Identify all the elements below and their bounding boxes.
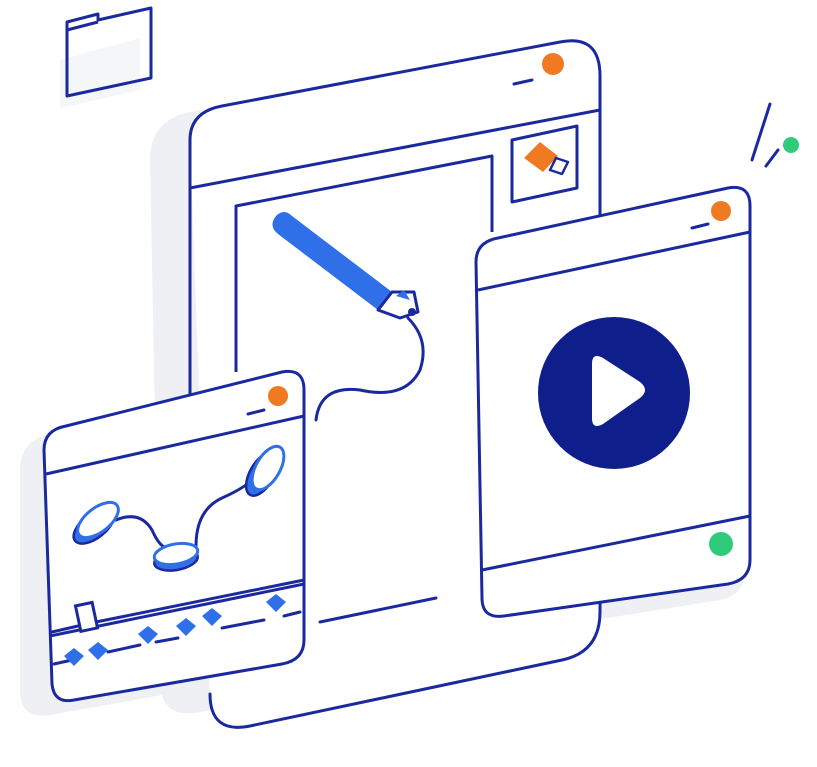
animation-window: [42, 369, 306, 703]
media-editing-illustration: [0, 0, 817, 767]
image-thumbnail-icon: [510, 124, 579, 204]
close-dot-icon: [542, 53, 564, 75]
close-dot-icon: [711, 201, 731, 221]
video-player-window: [474, 185, 752, 618]
sparkle-accent: [750, 102, 799, 168]
status-dot-icon: [709, 532, 733, 556]
play-button[interactable]: [538, 317, 690, 469]
playhead-icon[interactable]: [73, 600, 100, 634]
close-dot-icon: [268, 386, 288, 406]
